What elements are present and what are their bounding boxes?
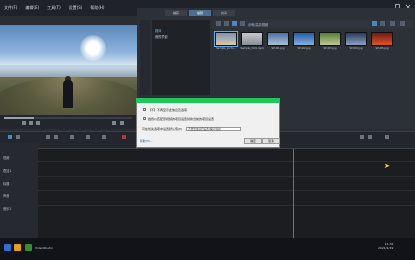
ok-button[interactable]: 确定 xyxy=(244,138,262,144)
import-icon[interactable] xyxy=(216,21,221,26)
options-icon[interactable] xyxy=(400,21,405,26)
track-divider xyxy=(38,190,415,191)
sort-icon[interactable] xyxy=(390,21,395,26)
sun xyxy=(80,35,106,61)
track-video[interactable]: 视频 xyxy=(3,155,9,160)
checkbox-dont-show[interactable] xyxy=(143,108,146,111)
media-thumbnail[interactable] xyxy=(267,32,289,46)
checkbox-match-settings[interactable] xyxy=(143,117,146,120)
media-thumbnail[interactable] xyxy=(345,32,367,46)
start-icon[interactable] xyxy=(4,244,11,251)
mouse-cursor-icon: ➤ xyxy=(384,162,390,170)
help-link[interactable]: 帮助(H)... xyxy=(140,139,153,143)
track-overlay[interactable]: 叠加1 xyxy=(3,168,11,173)
volume-icon[interactable] xyxy=(112,121,116,125)
zoom-slider[interactable] xyxy=(368,135,372,139)
folder-icon[interactable] xyxy=(224,21,229,26)
thumbnail-caption: SP-I04.jpg xyxy=(349,47,363,50)
video-preview[interactable] xyxy=(0,25,137,115)
dialog-option-3: 可在优先选项中设置默认值(P) xyxy=(142,127,183,131)
track-divider xyxy=(38,161,415,162)
playhead[interactable] xyxy=(293,149,294,238)
media-thumbnail[interactable] xyxy=(293,32,315,46)
menu-help[interactable]: 帮助(H) xyxy=(90,5,104,11)
person xyxy=(63,80,73,108)
undo-icon[interactable] xyxy=(46,135,50,139)
taskbar-app-label[interactable]: VideoStudio xyxy=(35,246,53,250)
thumbnail-caption: Sample_pictu... xyxy=(216,47,236,50)
track-voice[interactable]: 声音 xyxy=(3,193,9,198)
tab-edit[interactable]: 编辑 xyxy=(189,10,211,16)
media-thumbnail[interactable] xyxy=(371,32,393,46)
thumbnail-caption: SP-I03.jpg xyxy=(323,47,337,50)
zoom-in-icon[interactable] xyxy=(385,135,389,139)
menu-file[interactable]: 文件(F) xyxy=(4,5,17,11)
tab-capture[interactable]: 捕获 xyxy=(165,10,187,16)
media-thumbnail[interactable] xyxy=(241,32,263,46)
file-explorer-icon[interactable] xyxy=(14,244,21,251)
track-music[interactable]: 音乐1 xyxy=(3,206,11,211)
scrubber-progress xyxy=(4,117,34,119)
timeline-view-icon[interactable] xyxy=(16,135,20,139)
play-icon[interactable] xyxy=(29,121,33,125)
menu-tools[interactable]: 工具(T) xyxy=(47,5,61,11)
clock-date: 2021/1/19 xyxy=(378,246,394,250)
storyboard-view-icon[interactable] xyxy=(8,135,12,139)
timeline-body[interactable] xyxy=(38,143,415,238)
library-tree: 媒体 我的项目 xyxy=(152,20,210,95)
track-divider xyxy=(38,205,415,206)
record-icon[interactable] xyxy=(122,135,126,139)
dialog-option-1: 【不】不再显示此信息及选项 xyxy=(148,108,188,112)
track-divider xyxy=(38,176,415,177)
split-icon[interactable] xyxy=(70,135,74,139)
transition-icon[interactable] xyxy=(86,135,90,139)
menu-settings[interactable]: 设置(S) xyxy=(69,5,83,11)
list-view-icon[interactable] xyxy=(372,21,377,26)
prev-frame-icon[interactable] xyxy=(22,121,26,125)
audio-mixer-icon[interactable] xyxy=(102,135,106,139)
media-thumbnail[interactable] xyxy=(214,31,238,47)
next-frame-icon[interactable] xyxy=(36,121,40,125)
media-thumbnail[interactable] xyxy=(319,32,341,46)
grid-view-icon[interactable] xyxy=(380,21,385,26)
cancel-button[interactable]: 取消 xyxy=(262,138,280,144)
thumbnail-caption: SP-I01.jpg xyxy=(271,47,285,50)
dialog-titlebar xyxy=(136,98,280,103)
tree-item-media[interactable]: 媒体 xyxy=(155,28,161,33)
taskbar xyxy=(0,238,415,260)
video-filter-icon[interactable] xyxy=(232,21,237,26)
thumbnail-caption: SP-I05.jpg xyxy=(375,47,389,50)
fullscreen-icon[interactable] xyxy=(120,121,124,125)
app-window: 文件(F) 编辑(E) 工具(T) 设置(S) 帮助(H) 捕获 编辑 共享 媒… xyxy=(0,0,415,260)
photo-filter-icon[interactable] xyxy=(240,21,245,26)
redo-icon[interactable] xyxy=(54,135,58,139)
library-path: 示例/高清视频 xyxy=(248,23,269,27)
system-clock: 11:32 2021/1/19 xyxy=(378,242,393,250)
dialog-option-2: 始终以匹配原视频的项目设置替换当前的项目设置 xyxy=(148,117,215,121)
zoom-out-icon[interactable] xyxy=(360,135,364,139)
videostudio-icon[interactable] xyxy=(25,244,32,251)
track-title[interactable]: 标题 xyxy=(3,181,9,186)
tab-share[interactable]: 共享 xyxy=(213,10,235,16)
tree-item-projects[interactable]: 我的项目 xyxy=(155,34,168,39)
menu-edit[interactable]: 编辑(E) xyxy=(25,5,39,11)
library-tabs: 捕获 编辑 共享 xyxy=(165,10,235,16)
thumbnail-caption: SP-I02.jpg xyxy=(297,47,311,50)
library-sidebar xyxy=(140,20,150,95)
thumbnail-caption: Sample_Vid1.mp4 xyxy=(240,47,264,50)
project-settings-select[interactable]: 不要更改项目设置(保持当前) xyxy=(186,127,241,131)
